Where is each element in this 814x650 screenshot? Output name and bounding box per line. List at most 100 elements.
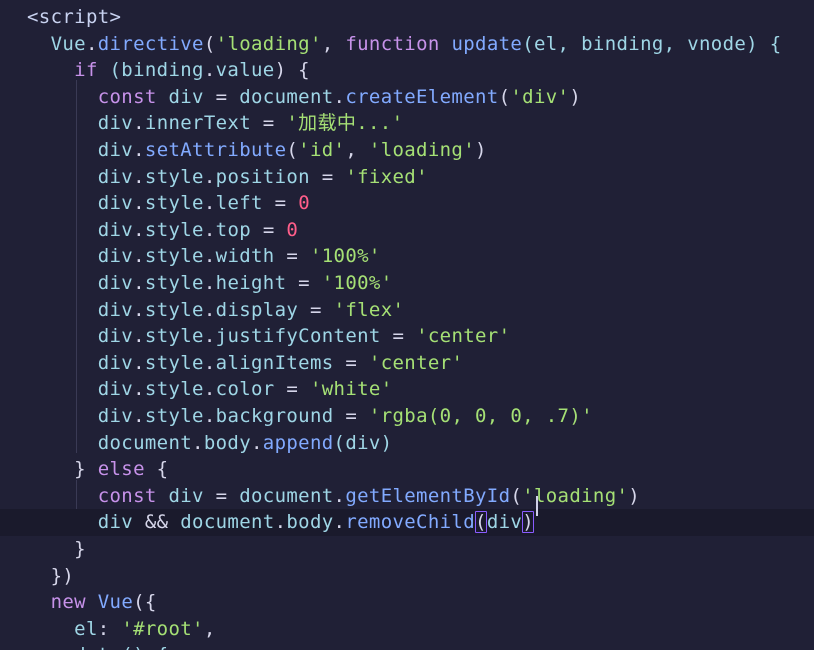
code-token: = [380, 325, 417, 348]
code-token: left [215, 192, 263, 215]
code-token: = [262, 192, 299, 215]
code-token: removeChild [345, 511, 476, 534]
code-token: (div) [333, 431, 393, 454]
code-token: div [27, 245, 134, 268]
code-line[interactable]: const div = document.createElement('div'… [0, 84, 814, 111]
code-token: div [486, 511, 523, 534]
code-line[interactable]: div.style.position = 'fixed' [0, 164, 814, 191]
code-token: <script> [27, 6, 122, 28]
code-token: div [27, 139, 134, 161]
code-token: . [203, 165, 216, 188]
code-token: (binding [97, 59, 204, 82]
code-line[interactable]: div.style.top = 0 [0, 217, 814, 244]
code-token: && [144, 511, 169, 534]
code-editor[interactable]: <script> Vue.directive('loading', functi… [0, 0, 814, 650]
code-token: display [215, 298, 299, 321]
code-token: createElement [345, 85, 499, 108]
code-line[interactable]: div.setAttribute('id', 'loading') [0, 137, 814, 164]
code-token: div [27, 325, 134, 348]
code-line[interactable]: } else { [0, 456, 814, 483]
code-token: = [215, 484, 240, 507]
code-token: Vue [27, 32, 86, 55]
code-token: ) [475, 139, 487, 161]
code-line[interactable]: div.style.alignItems = 'center' [0, 350, 814, 377]
code-token: style [144, 378, 204, 401]
code-line[interactable]: if (binding.value) { [0, 57, 814, 84]
code-token: . [192, 431, 204, 454]
code-token: ({ [133, 591, 157, 614]
code-token: body [203, 431, 251, 454]
code-line[interactable]: div.style.height = '100%' [0, 270, 814, 297]
code-line[interactable]: el: '#root', [0, 616, 814, 643]
code-token: justifyContent [215, 325, 381, 348]
code-token: alignItems [215, 351, 334, 374]
code-token: ( [498, 85, 511, 108]
code-token: div [156, 85, 216, 108]
code-line[interactable]: <script> [0, 4, 814, 31]
code-token: , [321, 32, 346, 55]
code-line[interactable]: div.style.left = 0 [0, 190, 814, 217]
code-token: div [27, 112, 134, 135]
code-token: . [333, 484, 346, 507]
code-line[interactable]: div.innerText = '加载中...' [0, 110, 814, 137]
code-token: div [27, 351, 134, 374]
code-token: }) [27, 564, 75, 587]
code-token: = [274, 378, 310, 401]
code-token: . [203, 325, 216, 348]
code-token: div [27, 511, 145, 534]
code-token: . [133, 405, 145, 427]
code-line[interactable]: div.style.width = '100%' [0, 243, 814, 270]
code-token: . [85, 32, 98, 55]
code-token: . [203, 272, 216, 294]
code-token: , [203, 617, 216, 640]
code-line[interactable]: div.style.justifyContent = 'center' [0, 323, 814, 350]
code-token: style [144, 351, 204, 374]
code-token: . [203, 218, 216, 241]
code-line[interactable]: data() { [0, 642, 814, 650]
code-line[interactable]: new Vue({ [0, 589, 814, 616]
code-token: { [144, 458, 169, 481]
code-token: 'loading' [522, 484, 629, 507]
code-token: . [203, 245, 216, 268]
code-token: div [27, 378, 134, 401]
code-token: style [144, 218, 204, 241]
code-token: ) { [274, 59, 310, 82]
code-token: ( [286, 139, 299, 161]
code-line[interactable]: }) [0, 563, 814, 590]
code-token: style [144, 192, 204, 215]
code-token: : [97, 617, 122, 640]
code-token: if [27, 59, 98, 82]
code-token: top [215, 218, 252, 241]
code-token: div [27, 165, 134, 188]
code-line[interactable]: div.style.color = 'white' [0, 376, 814, 403]
code-token: . [333, 511, 346, 534]
code-token: = [298, 298, 334, 321]
code-line[interactable]: const div = document.getElementById('loa… [0, 483, 814, 510]
code-line[interactable]: } [0, 536, 814, 563]
code-token: . [133, 218, 145, 241]
code-token: '100%' [309, 245, 381, 268]
code-line-current[interactable]: div && document.body.removeChild(div) [0, 509, 814, 536]
code-token: innerText [144, 112, 252, 135]
code-token: } [27, 458, 98, 481]
code-token: 'center' [416, 325, 511, 348]
code-token: 'center' [368, 351, 464, 374]
code-line[interactable]: Vue.directive('loading', function update… [0, 31, 814, 58]
code-token: body [286, 511, 334, 534]
code-token: ( [203, 32, 216, 55]
code-token: = [274, 245, 310, 268]
matching-bracket: ( [475, 511, 487, 534]
code-token: (el, binding, vnode) { [522, 32, 782, 55]
code-token: = [333, 351, 369, 374]
code-token: el [27, 617, 98, 640]
code-token: append [262, 431, 334, 454]
code-token: '加载中...' [286, 112, 404, 135]
code-token: . [203, 192, 216, 215]
code-line[interactable]: document.body.append(div) [0, 430, 814, 457]
code-token: function [345, 32, 440, 55]
code-line[interactable]: div.style.background = 'rgba(0, 0, 0, .7… [0, 403, 814, 430]
code-line[interactable]: div.style.display = 'flex' [0, 297, 814, 324]
code-token: . [274, 511, 287, 534]
